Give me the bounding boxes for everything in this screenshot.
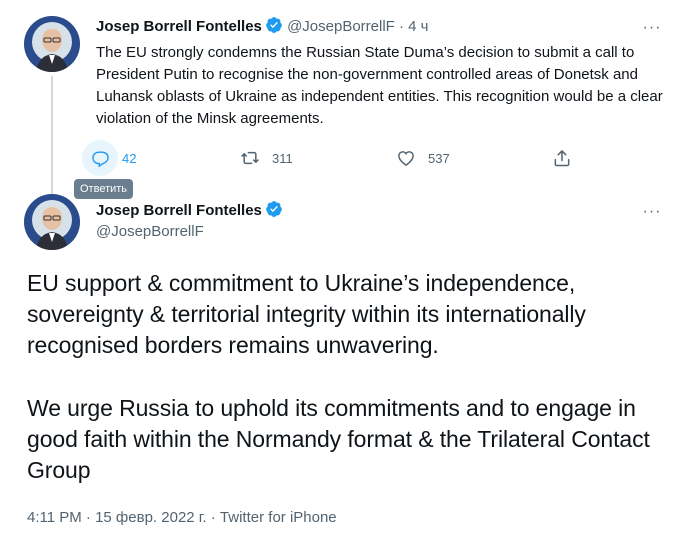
verified-badge-icon [266,201,282,217]
more-icon[interactable]: ··· [640,204,664,226]
like-button[interactable]: 537 [388,140,450,176]
tweet-header: Josep Borrell Fontelles [96,200,283,221]
separator-dot: · [399,18,404,35]
like-count: 537 [428,150,450,166]
avatar-image [24,16,80,72]
parent-tweet[interactable]: Josep Borrell Fontelles @JosepBorrellF ·… [0,0,682,184]
reply-button[interactable]: 42 [82,140,136,176]
share-button[interactable] [544,140,580,176]
tweet-paragraph: We urge Russia to uphold its commitments… [27,395,650,483]
tweet-meta[interactable]: 4:11 PM · 15 февр. 2022 г. · Twitter for… [27,508,337,528]
avatar-image [24,194,80,250]
reply-icon [82,140,118,176]
tweet-paragraph: EU support & commitment to Ukraine’s ind… [27,270,586,358]
retweet-count: 311 [272,150,293,166]
tweet-text: The EU strongly condemns the Russian Sta… [96,44,663,127]
tweet-body: EU support & commitment to Ukraine’s ind… [27,268,677,518]
tweet-header: Josep Borrell Fontelles @JosepBorrellF ·… [96,16,429,37]
like-icon [388,140,424,176]
retweet-icon [232,140,268,176]
author-handle[interactable]: @JosepBorrellF [96,222,204,242]
author-name[interactable]: Josep Borrell Fontelles [96,202,262,219]
avatar[interactable] [24,16,80,72]
author-name[interactable]: Josep Borrell Fontelles [96,18,262,35]
avatar[interactable] [24,194,80,250]
reply-count: 42 [122,150,137,166]
verified-badge-icon [266,17,282,33]
share-icon [544,140,580,176]
main-tweet: Josep Borrell Fontelles @JosepBorrellF ·… [0,184,682,534]
timestamp[interactable]: 4 ч [408,18,428,35]
author-handle[interactable]: @JosepBorrellF [287,18,395,35]
more-icon[interactable]: ··· [640,20,664,42]
retweet-button[interactable]: 311 [232,140,293,176]
